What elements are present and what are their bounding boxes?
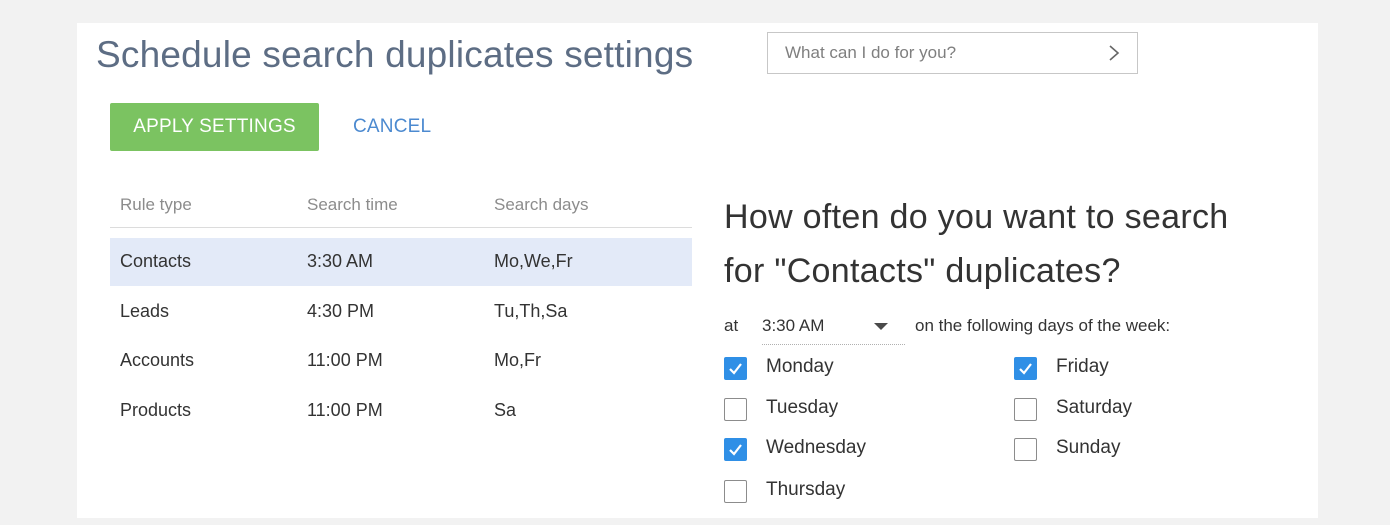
apply-settings-button[interactable]: APPLY SETTINGS (110, 103, 319, 151)
cell-search-time: 11:00 PM (307, 399, 383, 420)
cell-search-time: 3:30 AM (307, 251, 374, 271)
column-header-search-days[interactable]: Search days (494, 195, 589, 215)
cancel-button[interactable]: CANCEL (347, 103, 437, 151)
table-body: Contacts 3:30 AM Mo,We,Fr Leads 4:30 PM … (110, 238, 692, 435)
cell-rule-type: Leads (120, 300, 170, 321)
time-select[interactable]: 3:30 AM (762, 310, 905, 345)
cell-search-time: 4:30 PM (307, 300, 375, 321)
checkbox-monday[interactable] (724, 357, 747, 380)
cell-search-days: Sa (494, 399, 517, 420)
days-label: on the following days of the week: (915, 316, 1171, 335)
day-wednesday[interactable]: Wednesday (724, 434, 924, 464)
day-tuesday[interactable]: Tuesday (724, 394, 924, 424)
table-row[interactable]: Accounts 11:00 PM Mo,Fr (110, 337, 692, 385)
chevron-down-icon[interactable] (874, 323, 888, 330)
schedule-question: How often do you want to search for "Con… (724, 190, 1314, 298)
search-input[interactable] (768, 33, 1088, 73)
column-header-search-time[interactable]: Search time (307, 195, 398, 215)
cell-search-time: 11:00 PM (307, 350, 383, 370)
checkbox-thursday[interactable] (724, 480, 747, 503)
day-label-friday: Friday (1056, 356, 1109, 377)
checkbox-saturday[interactable] (1014, 398, 1037, 421)
day-label-saturday: Saturday (1056, 397, 1133, 418)
schedule-question-line-1: How often do you want to search (724, 198, 1229, 236)
checkbox-tuesday[interactable] (724, 398, 747, 421)
cell-rule-type: Products (120, 399, 192, 420)
page-title: Schedule search duplicates settings (96, 34, 694, 75)
cell-search-days: Mo,We,Fr (494, 251, 573, 271)
command-search-box[interactable] (767, 32, 1138, 74)
cell-search-days: Mo,Fr (494, 350, 541, 370)
day-label-thursday: Thursday (766, 479, 846, 500)
checkbox-friday[interactable] (1014, 357, 1037, 380)
time-select-value: 3:30 AM (762, 316, 825, 335)
day-thursday[interactable]: Thursday (724, 476, 924, 506)
day-label-tuesday: Tuesday (766, 397, 839, 418)
schedule-question-line-2: for "Contacts" duplicates? (724, 252, 1121, 290)
table-row[interactable]: Products 11:00 PM Sa (110, 387, 692, 435)
day-friday[interactable]: Friday (1014, 353, 1214, 383)
day-label-sunday: Sunday (1056, 437, 1121, 458)
table-row[interactable]: Contacts 3:30 AM Mo,We,Fr (110, 238, 692, 286)
cell-rule-type: Contacts (120, 251, 192, 271)
schedule-time-line: at 3:30 AM on the following days of the … (724, 310, 1314, 345)
cell-search-days: Tu,Th,Sa (494, 300, 568, 321)
day-label-wednesday: Wednesday (766, 437, 866, 458)
checkbox-wednesday[interactable] (724, 438, 747, 461)
table-header: Rule type Search time Search days (110, 183, 692, 228)
day-monday[interactable]: Monday (724, 353, 924, 383)
day-saturday[interactable]: Saturday (1014, 394, 1214, 424)
check-icon (729, 363, 742, 375)
at-label: at (724, 316, 739, 335)
table-row[interactable]: Leads 4:30 PM Tu,Th,Sa (110, 288, 692, 336)
column-header-rule-type[interactable]: Rule type (120, 195, 192, 215)
chevron-right-icon[interactable] (1107, 44, 1121, 62)
rules-table: Rule type Search time Search days Contac… (110, 183, 692, 436)
day-label-monday: Monday (766, 356, 834, 377)
check-icon (729, 444, 742, 456)
check-icon (1019, 363, 1032, 375)
cell-rule-type: Accounts (120, 350, 195, 370)
settings-panel: Schedule search duplicates settings APPL… (77, 23, 1318, 518)
day-sunday[interactable]: Sunday (1014, 434, 1214, 464)
checkbox-sunday[interactable] (1014, 438, 1037, 461)
